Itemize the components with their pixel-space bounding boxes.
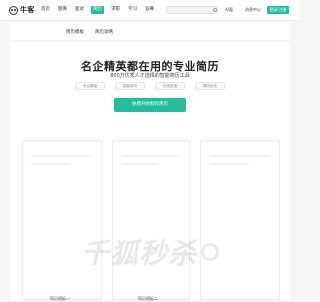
watermark-icon (201, 243, 219, 261)
nav-item-interview[interactable]: 面试 (74, 6, 85, 14)
preview-line (121, 155, 181, 157)
nav-item-learn[interactable]: 学习 (127, 6, 138, 14)
top-navigation-bar: 牛客 首页 题库 面试 简历 求职 学习 竞赛 AI面 消息中心 登录/注册 (0, 0, 300, 21)
preview-line (31, 155, 93, 157)
watermark-text: 千狐秒杀 (80, 237, 197, 270)
resume-preview-card[interactable] (200, 140, 280, 300)
logo[interactable]: 牛客 (9, 5, 35, 15)
search-icon[interactable] (213, 8, 217, 12)
ai-interview-link[interactable]: AI面 (222, 6, 236, 14)
tab-resume-guide[interactable]: 简历攻略 (95, 29, 113, 35)
search-input[interactable] (166, 6, 218, 14)
main-nav: 首页 题库 面试 简历 求职 学习 竞赛 (40, 6, 155, 14)
resume-preview-card[interactable] (22, 140, 102, 300)
feature-tag: 智能填写 (115, 82, 145, 90)
nav-item-resume[interactable]: 简历 (91, 6, 104, 14)
nav-item-contest[interactable]: 竞赛 (144, 6, 155, 14)
feature-tag: 专业模板 (75, 82, 105, 90)
feature-tags: 专业模板 智能填写 在线投递 简历优化 (75, 82, 225, 90)
resume-preview-card[interactable] (112, 140, 190, 300)
feature-tag: 在线投递 (155, 82, 185, 90)
tab-resume-templates[interactable]: 简历模板 (66, 29, 84, 35)
preview-label: 简历模板二 (138, 296, 158, 301)
preview-line (121, 163, 159, 165)
logo-icon (9, 5, 18, 15)
preview-line (31, 163, 71, 165)
message-center-link[interactable]: 消息中心 (244, 6, 262, 14)
preview-label: 简历模板一 (50, 296, 70, 301)
nav-item-question-bank[interactable]: 题库 (57, 6, 68, 14)
nav-item-jobs[interactable]: 求职 (110, 6, 121, 14)
create-resume-button[interactable]: 免费开始制作简历 (114, 98, 186, 112)
preview-line (209, 155, 271, 157)
nav-item-home[interactable]: 首页 (40, 6, 51, 14)
hero-subtitle: 800万优秀人才选择的智能简历工具 (110, 73, 190, 79)
sub-navigation-bar: 简历模板 简历攻略 (10, 22, 290, 40)
login-register-button[interactable]: 登录/注册 (267, 6, 289, 14)
logo-text: 牛客 (20, 6, 35, 14)
watermark: 千狐秒杀 (0, 232, 300, 272)
feature-tag: 简历优化 (195, 82, 225, 90)
preview-line (209, 163, 249, 165)
